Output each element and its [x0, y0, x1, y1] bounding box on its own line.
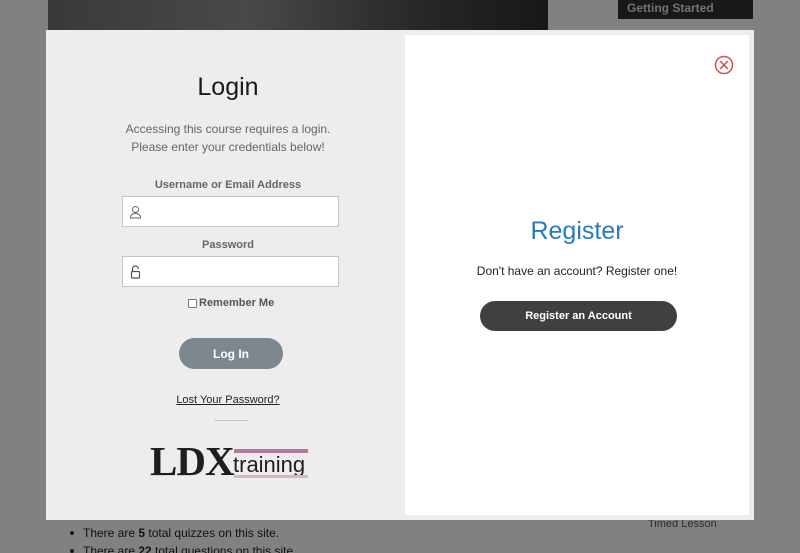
register-panel: Register Don't have an account? Register…	[405, 35, 749, 515]
login-title: Login	[197, 73, 259, 101]
ldx-training-logo: LDX training	[150, 439, 320, 483]
remember-me-label: Remember Me	[199, 297, 275, 309]
logo-product: training	[233, 452, 306, 477]
remember-me[interactable]: Remember Me	[188, 297, 274, 309]
logo-brand: LDX	[150, 438, 235, 484]
username-label: Username or Email Address	[154, 179, 302, 191]
password-field[interactable]	[122, 256, 339, 287]
divider	[214, 420, 248, 421]
register-title: Register	[530, 217, 624, 245]
login-description: Accessing this course requires a login. …	[125, 122, 331, 154]
username-input[interactable]	[147, 199, 335, 224]
register-account-button[interactable]: Register an Account	[480, 301, 677, 331]
lock-icon	[130, 265, 141, 279]
close-icon[interactable]	[714, 55, 734, 75]
password-label: Password	[202, 239, 254, 251]
login-button[interactable]: Log In	[179, 338, 283, 369]
password-input[interactable]	[147, 259, 335, 284]
user-icon	[129, 206, 142, 219]
lost-password-link[interactable]: Lost Your Password?	[51, 394, 405, 406]
remember-me-checkbox[interactable]	[188, 298, 197, 308]
register-description: Don't have an account? Register one!	[476, 264, 678, 278]
login-panel: Login Accessing this course requires a l…	[51, 35, 405, 515]
username-field[interactable]	[122, 196, 339, 227]
logo-underline-bar	[234, 475, 308, 478]
login-modal: Login Accessing this course requires a l…	[46, 30, 754, 520]
